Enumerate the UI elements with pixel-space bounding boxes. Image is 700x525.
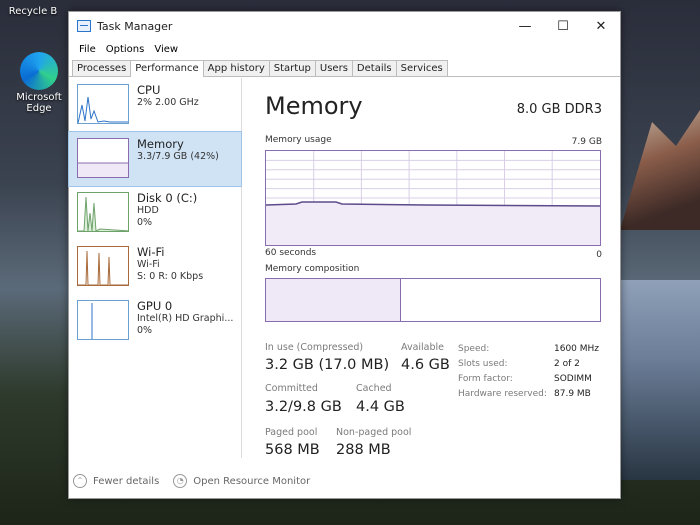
resource-detail: 2% 2.00 GHz	[137, 97, 199, 108]
time-span-label: 60 seconds	[265, 248, 317, 258]
resource-detail: Wi-Fi	[137, 259, 160, 270]
edge-label: Microsoft Edge	[16, 92, 62, 114]
resource-memory[interactable]: Memory 3.3/7.9 GB (42%)	[68, 131, 242, 187]
memory-spec: 8.0 GB DDR3	[516, 102, 602, 117]
resource-name: GPU 0	[137, 299, 173, 313]
resource-wifi[interactable]: Wi-Fi Wi-Fi S: 0 R: 0 Kbps	[69, 240, 241, 294]
task-manager-window: Task Manager — ☐ ✕ File Options View Pro…	[68, 11, 621, 499]
fewer-details-label: Fewer details	[93, 475, 160, 487]
recycle-bin-icon[interactable]: Recycle B	[0, 6, 66, 17]
resource-name: CPU	[137, 83, 161, 97]
memory-detail-pane: Memory 8.0 GB DDR3 Memory usage 7.9 GB 6…	[265, 78, 610, 458]
gpu-graph-thumb	[77, 300, 129, 340]
memory-graph-thumb	[77, 138, 129, 178]
menu-options[interactable]: Options	[101, 44, 150, 55]
time-end-label: 0	[596, 250, 602, 260]
resource-detail-2: 0%	[137, 217, 153, 228]
memory-usage-graph	[265, 150, 601, 246]
window-title: Task Manager	[97, 19, 173, 33]
available-value: 4.6 GB	[401, 357, 450, 373]
resource-detail-2: 0%	[137, 325, 153, 336]
in-use-value: 3.2 GB (17.0 MB)	[265, 357, 390, 373]
memory-composition-label: Memory composition	[265, 264, 360, 274]
nonpaged-pool-value: 288 MB	[336, 442, 391, 458]
paged-pool-label: Paged pool	[265, 427, 318, 438]
close-button[interactable]: ✕	[582, 12, 620, 40]
task-manager-icon	[77, 20, 91, 32]
wallpaper-mountain	[620, 110, 700, 230]
minimize-button[interactable]: —	[506, 12, 544, 40]
chevron-up-icon: ⌃	[73, 474, 87, 488]
tab-details[interactable]: Details	[351, 60, 397, 76]
available-label: Available	[401, 342, 445, 353]
committed-value: 3.2/9.8 GB	[265, 399, 342, 415]
tab-processes[interactable]: Processes	[72, 60, 132, 76]
cached-value: 4.4 GB	[356, 399, 405, 415]
wallpaper-lake	[620, 280, 700, 480]
memory-composition-bar	[265, 278, 601, 322]
hardware-reserved-value: 87.9 MB	[554, 389, 591, 399]
title-bar[interactable]: Task Manager — ☐ ✕	[69, 12, 620, 40]
edge-icon	[20, 52, 58, 90]
tab-users[interactable]: Users	[314, 60, 353, 76]
maximize-button[interactable]: ☐	[544, 12, 582, 40]
resource-monitor-icon: ◔	[173, 474, 188, 488]
nonpaged-pool-label: Non-paged pool	[336, 427, 412, 438]
tab-app-history[interactable]: App history	[202, 60, 270, 76]
cached-label: Cached	[356, 383, 392, 394]
disk-graph-thumb	[77, 192, 129, 232]
paged-pool-value: 568 MB	[265, 442, 320, 458]
resource-detail: HDD	[137, 205, 159, 216]
open-resource-monitor-link[interactable]: ◔ Open Resource Monitor	[173, 474, 310, 488]
resource-disk[interactable]: Disk 0 (C:) HDD 0%	[69, 186, 241, 240]
resource-detail: 3.3/7.9 GB (42%)	[137, 151, 219, 162]
slots-value: 2 of 2	[554, 359, 580, 369]
tab-startup[interactable]: Startup	[268, 60, 316, 76]
form-factor-label: Form factor:	[458, 374, 513, 384]
menu-bar: File Options View	[69, 40, 620, 58]
slots-label: Slots used:	[458, 359, 508, 369]
resource-cpu[interactable]: CPU 2% 2.00 GHz	[69, 78, 241, 132]
resource-gpu[interactable]: GPU 0 Intel(R) HD Graphi... 0%	[69, 294, 241, 348]
resource-detail: Intel(R) HD Graphi...	[137, 313, 234, 324]
fewer-details-link[interactable]: ⌃ Fewer details	[73, 474, 159, 488]
cpu-graph-thumb	[77, 84, 129, 124]
wifi-graph-thumb	[77, 246, 129, 286]
in-use-label: In use (Compressed)	[265, 342, 364, 353]
hardware-reserved-label: Hardware reserved:	[458, 389, 547, 399]
tab-performance[interactable]: Performance	[130, 60, 204, 77]
speed-value: 1600 MHz	[554, 344, 600, 354]
resource-name: Wi-Fi	[137, 245, 165, 259]
menu-view[interactable]: View	[149, 44, 183, 55]
resource-list: CPU 2% 2.00 GHz Memory 3.3/7.9 GB (42%) …	[68, 78, 242, 458]
memory-usage-label: Memory usage	[265, 135, 332, 145]
committed-label: Committed	[265, 383, 318, 394]
edge-shortcut[interactable]: Microsoft Edge	[14, 52, 64, 114]
resource-name: Disk 0 (C:)	[137, 191, 198, 205]
resource-name: Memory	[137, 137, 184, 151]
composition-in-use-segment	[266, 279, 401, 321]
recycle-bin-label: Recycle B	[8, 6, 58, 17]
resource-detail-2: S: 0 R: 0 Kbps	[137, 271, 204, 282]
memory-usage-max: 7.9 GB	[571, 137, 602, 147]
speed-label: Speed:	[458, 344, 490, 354]
open-resource-monitor-label: Open Resource Monitor	[193, 475, 311, 487]
menu-file[interactable]: File	[74, 44, 101, 55]
form-factor-value: SODIMM	[554, 374, 592, 384]
tab-services[interactable]: Services	[395, 60, 448, 76]
footer-bar: ⌃ Fewer details ◔ Open Resource Monitor	[69, 464, 620, 498]
tab-strip: Processes Performance App history Startu…	[69, 58, 620, 77]
